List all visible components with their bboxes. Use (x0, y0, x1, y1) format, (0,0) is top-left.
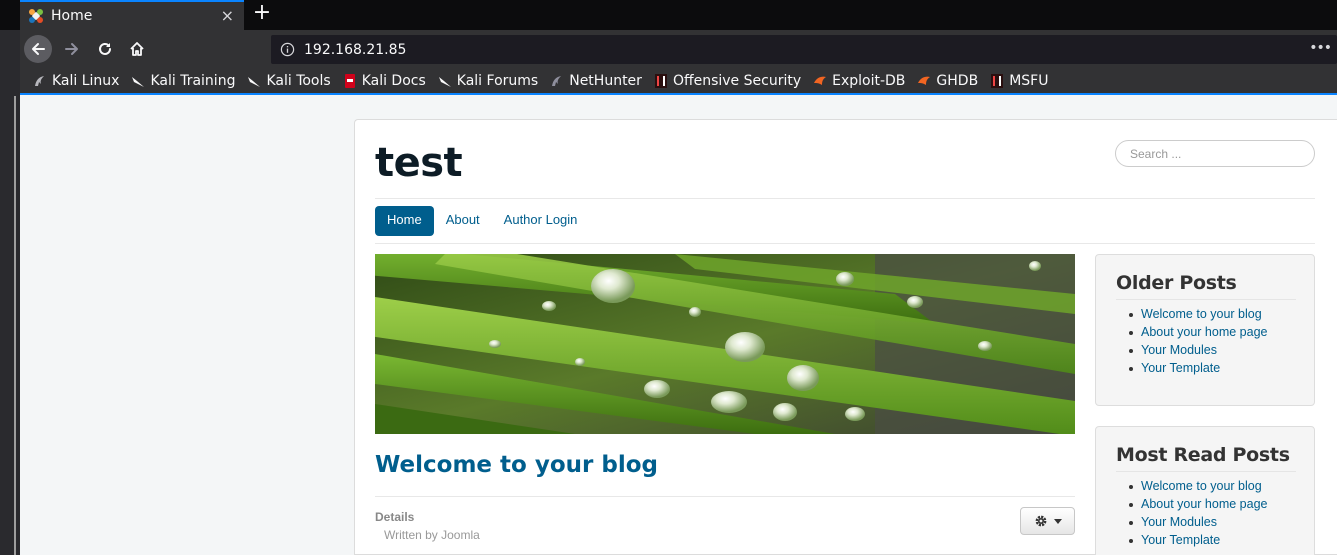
reload-button[interactable] (91, 35, 119, 63)
bookmark-offensive-security[interactable]: Offensive Security (654, 73, 801, 89)
search-input[interactable] (1115, 140, 1315, 167)
bookmarks-toolbar: Kali Linux Kali Training Kali Tools Kali… (20, 68, 1337, 95)
home-button[interactable] (123, 35, 151, 63)
bookmark-label: Exploit-DB (832, 72, 906, 89)
new-tab-button[interactable]: + (252, 0, 272, 28)
bookmark-kali-docs[interactable]: Kali Docs (343, 73, 426, 89)
list-item[interactable]: Your Modules (1127, 341, 1267, 359)
article-divider (375, 496, 1075, 497)
article-author: Written by Joomla (384, 528, 480, 542)
bookmark-label: Kali Linux (52, 72, 120, 89)
nav-author-login[interactable]: Author Login (492, 206, 590, 236)
bookmark-label: Kali Tools (266, 72, 331, 89)
list-item[interactable]: About your home page (1127, 323, 1267, 341)
forward-button[interactable] (58, 35, 86, 63)
offsec-icon (654, 73, 667, 88)
header-divider (375, 198, 1315, 199)
reload-icon (99, 42, 111, 55)
bookmark-nethunter[interactable]: NetHunter (550, 73, 642, 89)
url-text: 192.168.21.85 (304, 41, 407, 58)
bookmark-kali-training[interactable]: Kali Training (131, 73, 235, 89)
bookmark-exploit-db[interactable]: Exploit-DB (813, 73, 905, 89)
bookmark-ghdb[interactable]: GHDB (917, 73, 978, 89)
window-left-edge (0, 30, 20, 555)
kali-dragon-icon (35, 75, 44, 86)
kali-dragon-icon (438, 76, 451, 87)
bookmark-label: Offensive Security (672, 72, 802, 89)
tab-title: Home (51, 8, 93, 24)
bookmark-kali-forums[interactable]: Kali Forums (438, 73, 538, 89)
nethunter-icon (552, 75, 562, 86)
most-read-module: Most Read Posts Welcome to your blog Abo… (1095, 426, 1315, 555)
bookmark-label: Kali Docs (361, 72, 426, 89)
grass-dew-image (375, 254, 1075, 434)
tab-bar: Home × + (0, 0, 1337, 30)
gear-icon (1035, 515, 1046, 527)
nav-about[interactable]: About (434, 206, 492, 236)
list-item[interactable]: Welcome to your blog (1127, 477, 1267, 495)
bookmark-msfu[interactable]: MSFU (990, 73, 1048, 89)
module-title: Older Posts (1116, 272, 1237, 294)
module-divider (1116, 471, 1296, 472)
most-read-list: Welcome to your blog About your home pag… (1127, 477, 1267, 549)
bookmark-label: Kali Forums (456, 72, 539, 89)
details-label: Details (375, 510, 415, 524)
kali-dragon-icon (132, 76, 145, 87)
home-icon (130, 42, 144, 56)
nav-divider (375, 243, 1315, 244)
url-bar[interactable]: 192.168.21.85 ••• (271, 35, 1337, 64)
navigation-toolbar: 192.168.21.85 ••• (20, 30, 1337, 68)
list-item[interactable]: Your Modules (1127, 513, 1267, 531)
site-title[interactable]: test (375, 140, 463, 186)
older-posts-module: Older Posts Welcome to your blog About y… (1095, 254, 1315, 406)
module-divider (1116, 299, 1296, 300)
browser-tab-home[interactable]: Home × (20, 0, 244, 30)
joomla-icon (29, 9, 43, 23)
page-actions-icon[interactable]: ••• (1309, 40, 1332, 56)
caret-down-icon (1053, 518, 1062, 524)
main-navigation: Home About Author Login (375, 206, 589, 236)
arrow-left-icon (32, 43, 45, 55)
bookmark-kali-tools[interactable]: Kali Tools (247, 72, 331, 89)
msfu-icon (991, 73, 1004, 88)
nav-home[interactable]: Home (375, 206, 434, 236)
bookmark-label: NetHunter (569, 72, 642, 89)
list-item[interactable]: Your Template (1127, 359, 1267, 377)
list-item[interactable]: About your home page (1127, 495, 1267, 513)
close-tab-icon[interactable]: × (221, 6, 234, 25)
kali-dragon-icon (248, 76, 261, 87)
bookmark-kali-linux[interactable]: Kali Linux (33, 73, 119, 89)
exploit-db-icon (814, 76, 827, 85)
kali-docs-icon (344, 73, 355, 88)
banner-image (375, 254, 1075, 434)
older-posts-list: Welcome to your blog About your home pag… (1127, 305, 1267, 377)
ghdb-icon (918, 76, 931, 85)
list-item[interactable]: Your Template (1127, 531, 1267, 549)
bookmark-label: MSFU (1009, 72, 1049, 89)
article-tools-button[interactable] (1020, 507, 1075, 535)
list-item[interactable]: Welcome to your blog (1127, 305, 1267, 323)
article-title[interactable]: Welcome to your blog (375, 452, 658, 478)
bookmark-label: Kali Training (150, 72, 236, 89)
back-button[interactable] (24, 35, 52, 63)
module-title: Most Read Posts (1116, 444, 1290, 466)
bookmark-label: GHDB (936, 72, 979, 89)
arrow-right-icon (65, 43, 78, 55)
info-icon[interactable] (280, 42, 295, 57)
